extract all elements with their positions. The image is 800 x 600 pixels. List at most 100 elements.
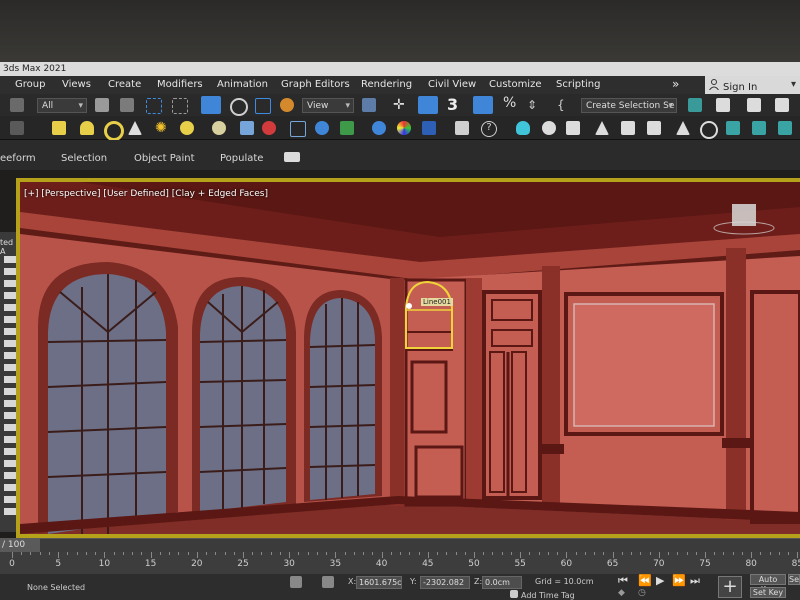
tick-mark [48,552,50,555]
menu-animation[interactable]: Animation [217,79,268,90]
timeline-ruler[interactable]: 0 5 10 15 20 25 30 35 40 45 50 55 60 65 70 75 80 85 [0,552,800,574]
align-icon[interactable] [716,98,730,112]
tick-mark [492,552,494,555]
help-icon[interactable]: ? [481,121,497,137]
pivot-center-icon[interactable] [362,98,376,112]
viewport-icon[interactable] [778,121,792,135]
compound-icon[interactable] [262,121,276,135]
torus-icon[interactable] [104,121,124,141]
percent-snap-icon[interactable]: % [503,95,516,111]
pine-tree-icon[interactable] [676,121,690,135]
list-icon[interactable] [621,121,635,135]
rotate-icon[interactable] [230,98,248,116]
tab-freeform[interactable]: eeform [0,153,36,164]
hemisphere-icon[interactable] [80,121,94,135]
select-by-name-icon[interactable] [120,98,134,112]
play-icon[interactable]: ▶ [656,574,664,587]
lock-selection-icon[interactable] [290,576,302,588]
object-list[interactable] [4,256,16,516]
isolate-icon[interactable] [322,576,334,588]
reference-coordinate-dropdown[interactable]: View [302,98,354,113]
ribbon-toggle-icon[interactable] [284,152,300,162]
tab-populate[interactable]: Populate [220,153,263,164]
tick-label: 35 [329,559,342,569]
selection-filter-dropdown[interactable]: All [37,98,87,113]
box-icon[interactable] [52,121,66,135]
move-icon[interactable] [201,96,221,114]
set-key-button[interactable]: Set Key [750,587,786,598]
add-time-tag[interactable]: Add Time Tag [521,591,575,600]
select-manipulate-icon[interactable]: ✛ [393,98,407,112]
material-sphere-icon[interactable] [372,121,386,135]
menu-scripting[interactable]: Scripting [556,79,600,90]
angle-snap-icon[interactable] [473,96,493,114]
helper-icon[interactable] [290,121,306,137]
selected-button[interactable]: Se [788,574,800,585]
time-slider[interactable]: / 100 [0,538,40,552]
render-setup-icon[interactable] [422,121,436,135]
tick-mark [474,552,475,558]
x-coordinate-field[interactable]: 1601.675c [356,576,402,589]
spinner-snap-icon[interactable]: ⇕ [527,98,541,112]
cube-icon[interactable] [726,121,740,135]
layer-explorer-icon[interactable] [775,98,789,112]
go-to-start-icon[interactable]: ⏮ [618,574,628,588]
play-panel-icon[interactable] [752,121,766,135]
select-object-icon[interactable] [95,98,109,112]
y-coordinate-field[interactable]: -2302.082 [420,576,470,589]
gear-icon[interactable] [542,121,556,135]
menu-views[interactable]: Views [62,79,91,90]
edit-named-selection-icon[interactable]: { [557,98,571,112]
menu-graph-editors[interactable]: Graph Editors [281,79,350,90]
space-warp-icon[interactable] [315,121,329,135]
go-to-end-icon[interactable]: ⏭ [690,574,700,588]
camera-icon[interactable] [566,121,580,135]
window-crossing-icon[interactable] [172,98,188,114]
mirror-icon[interactable] [688,98,702,112]
tab-object-paint[interactable]: Object Paint [134,153,195,164]
menu-modifiers[interactable]: Modifiers [157,79,203,90]
menu-group[interactable]: Group [15,79,45,90]
menu-civil-view[interactable]: Civil View [428,79,476,90]
create-selection-set-dropdown[interactable]: Create Selection Se [581,98,677,113]
menu-overflow-icon[interactable]: » [672,77,679,91]
time-slider-track[interactable] [0,538,800,552]
tick-mark [705,552,706,558]
foliage-icon[interactable] [340,121,354,135]
menu-create[interactable]: Create [108,79,141,90]
tree-icon[interactable] [595,121,609,135]
key-mode-icon[interactable]: ◆ [618,588,625,598]
z-coordinate-field[interactable]: 0.0cm [482,576,522,589]
light-bulb-icon[interactable] [516,121,530,135]
previous-frame-icon[interactable]: ⏪ [638,574,652,587]
snaps-toggle-icon[interactable]: 3 [447,95,458,114]
arched-window-1 [38,262,178,534]
set-key-plus-icon[interactable]: + [718,576,742,598]
refresh-icon[interactable] [700,121,718,139]
sphere-icon[interactable] [180,121,194,135]
sign-in-button[interactable]: Sign In ▾ [705,76,800,94]
scene-explorer-icon[interactable] [747,98,761,112]
tab-selection[interactable]: Selection [61,153,107,164]
menu-rendering[interactable]: Rendering [361,79,412,90]
rectangle-selection-icon[interactable] [146,98,162,114]
particles-icon[interactable] [240,121,254,135]
link-icon[interactable] [10,98,24,112]
sun-light-icon[interactable]: ✺ [155,121,169,135]
scale-icon[interactable] [255,98,271,114]
cone-icon[interactable] [128,121,142,135]
auto-key-button[interactable]: Auto Key [750,574,786,594]
menu-customize[interactable]: Customize [489,79,542,90]
viewport-label[interactable]: [+] [Perspective] [User Defined] [Clay +… [24,189,268,199]
placement-icon[interactable] [280,98,294,112]
material-editor-icon[interactable] [397,121,411,135]
time-config-icon[interactable]: ◷ [638,588,646,598]
grid-icon[interactable] [647,121,661,135]
next-frame-icon[interactable]: ⏩ [672,574,686,587]
wave-icon[interactable] [10,121,24,135]
clipboard-icon[interactable] [455,121,469,135]
perspective-viewport[interactable]: [+] [Perspective] [User Defined] [Clay +… [20,182,800,534]
keyboard-shortcut-override-icon[interactable] [418,96,438,114]
tick-mark [603,552,605,555]
teapot-icon[interactable] [212,121,226,135]
